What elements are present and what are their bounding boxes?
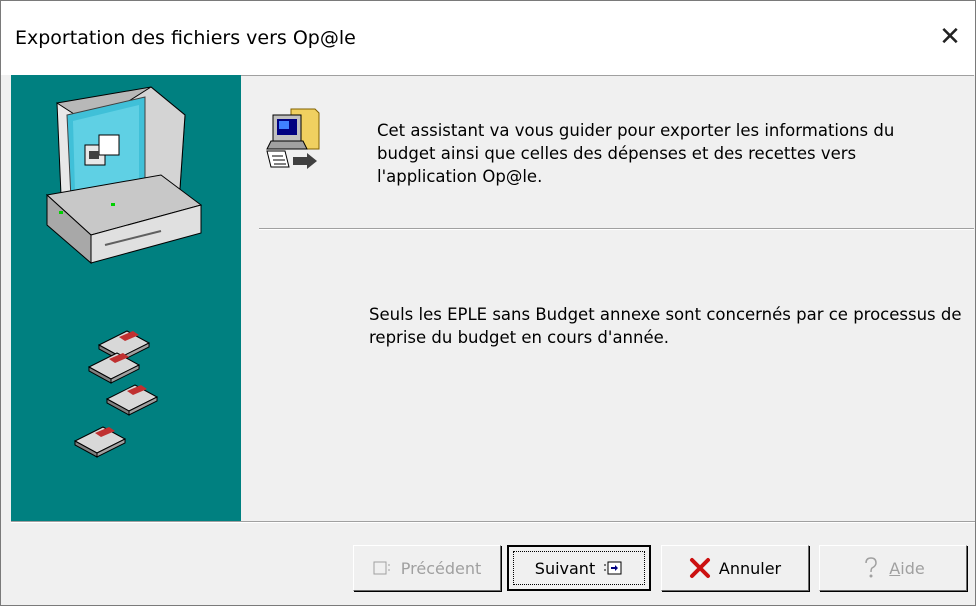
- content-top-border: [241, 75, 974, 76]
- computer-icon: [45, 86, 203, 265]
- help-question-icon: [861, 556, 881, 580]
- red-x-icon: [689, 557, 711, 579]
- cancel-button[interactable]: Annuler: [661, 545, 809, 591]
- window-title: Exportation des fichiers vers Op@le: [15, 27, 356, 49]
- content-divider: [259, 228, 974, 230]
- close-button[interactable]: ✕: [925, 15, 975, 59]
- footer-separator: [11, 521, 975, 523]
- help-button[interactable]: Aide: [819, 545, 967, 591]
- export-wizard-icon: [266, 108, 320, 169]
- intro-text: Cet assistant va vous guider pour export…: [377, 121, 895, 186]
- wizard-side-panel: [11, 75, 241, 521]
- floppy-disks-icon: [73, 330, 159, 458]
- previous-button-label: Précédent: [400, 558, 482, 578]
- note-text: Seuls les EPLE sans Budget annexe sont c…: [369, 305, 962, 347]
- focus-rectangle: [513, 551, 645, 585]
- help-button-label: Aide: [889, 558, 925, 578]
- close-icon: ✕: [939, 22, 961, 52]
- side-illustration: [45, 86, 203, 458]
- export-wizard-dialog: Exportation des fichiers vers Op@le ✕ Ce…: [0, 0, 976, 606]
- title-bar: Exportation des fichiers vers Op@le ✕: [1, 1, 975, 75]
- wizard-content: Cet assistant va vous guider pour export…: [241, 75, 974, 521]
- next-button[interactable]: Suivant: [507, 545, 651, 591]
- cancel-button-label: Annuler: [718, 558, 782, 578]
- previous-button[interactable]: Précédent: [353, 545, 501, 591]
- previous-page-icon: [373, 560, 393, 576]
